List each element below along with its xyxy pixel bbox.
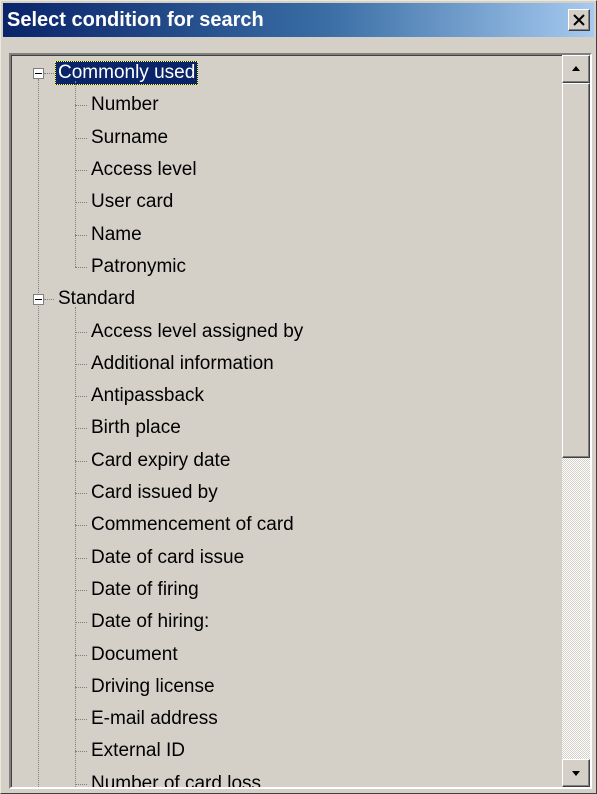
tree-item-node[interactable]: Surname — [88, 126, 171, 150]
tree-item-node[interactable]: External ID — [88, 739, 188, 763]
tree-connector — [75, 234, 87, 236]
tree-connector — [75, 363, 87, 365]
tree-item-node[interactable]: Card expiry date — [88, 449, 233, 473]
tree-group-node[interactable]: Standard — [55, 287, 138, 311]
tree-item-node[interactable]: Card issued by — [88, 481, 221, 505]
tree-connector — [38, 79, 39, 787]
tree-item-node[interactable]: Access level assigned by — [88, 320, 306, 344]
title-bar[interactable]: Select condition for search — [3, 3, 594, 37]
tree-item-node[interactable]: Access level — [88, 158, 200, 182]
scroll-thumb[interactable] — [562, 83, 590, 458]
tree-item-node[interactable]: Name — [88, 223, 145, 247]
scroll-up-arrow-icon — [572, 66, 580, 71]
condition-tree[interactable]: Commonly used Number Surname Access level Us… — [9, 53, 592, 789]
tree-connector — [75, 396, 87, 398]
tree-content: Commonly used Number Surname Access level Us… — [11, 55, 562, 787]
tree-connector — [75, 557, 87, 559]
tree-item-node[interactable]: Patronymic — [88, 255, 189, 279]
tree-item-node[interactable]: Date of card issue — [88, 546, 247, 570]
tree-item-node[interactable]: Number — [88, 93, 162, 117]
tree-item-node[interactable]: Birth place — [88, 416, 184, 440]
tree-connector — [44, 73, 54, 75]
tree-connector — [75, 266, 87, 268]
tree-connector — [75, 307, 76, 787]
scroll-up-button[interactable] — [562, 55, 590, 83]
tree-item-node[interactable]: Date of firing — [88, 578, 202, 602]
vertical-scrollbar[interactable] — [562, 55, 590, 787]
scroll-down-button[interactable] — [562, 759, 590, 787]
tree-connector — [75, 81, 76, 267]
close-button[interactable] — [568, 9, 590, 31]
close-icon — [573, 14, 585, 26]
tree-connector — [75, 331, 87, 333]
tree-connector — [75, 202, 87, 204]
scroll-down-arrow-icon — [572, 771, 580, 776]
tree-item-node[interactable]: Document — [88, 643, 181, 667]
tree-group-node[interactable]: Commonly used — [55, 61, 199, 86]
tree-item-node[interactable]: User card — [88, 190, 176, 214]
tree-connector — [75, 460, 87, 462]
tree-expander-icon[interactable] — [33, 294, 44, 306]
tree-connector — [75, 170, 87, 172]
tree-item-node[interactable]: E-mail address — [88, 707, 221, 731]
dialog-title: Select condition for search — [7, 9, 264, 31]
tree-item-node[interactable]: Additional information — [88, 352, 277, 376]
tree-connector — [75, 654, 87, 656]
tree-connector — [75, 751, 87, 753]
search-condition-dialog: Select condition for search Commonly use… — [0, 0, 597, 794]
tree-connector — [75, 493, 87, 495]
tree-connector — [44, 299, 54, 301]
tree-connector — [75, 137, 87, 139]
tree-item-node[interactable]: Date of hiring: — [88, 610, 212, 634]
tree-connector — [75, 105, 87, 107]
tree-item-node[interactable]: Commencement of card — [88, 513, 297, 537]
tree-connector — [75, 428, 87, 430]
tree-connector — [75, 525, 87, 527]
tree-connector — [75, 589, 87, 591]
tree-item-node[interactable]: Antipassback — [88, 384, 207, 408]
tree-connector — [75, 622, 87, 624]
tree-item-node[interactable]: Number of card loss — [88, 772, 264, 787]
tree-connector — [75, 783, 87, 785]
tree-expander-icon[interactable] — [33, 68, 44, 80]
tree-connector — [75, 719, 87, 721]
tree-item-node[interactable]: Driving license — [88, 675, 218, 699]
tree-connector — [75, 686, 87, 688]
